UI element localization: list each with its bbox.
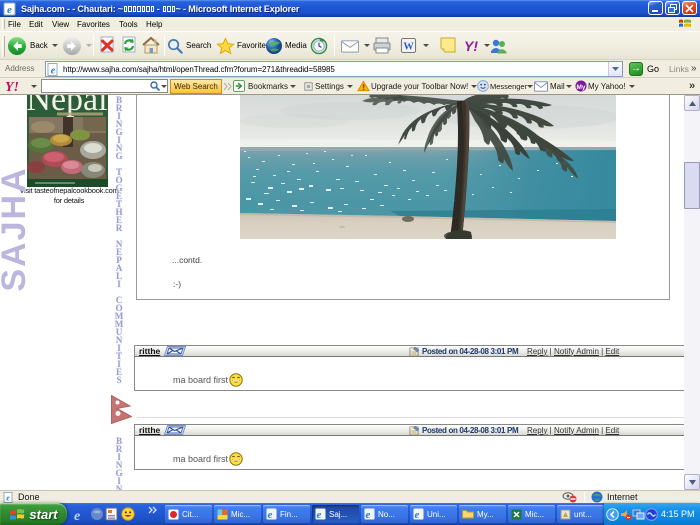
svg-text:Y!: Y! <box>464 38 478 54</box>
svg-text:W: W <box>403 41 414 52</box>
svg-text:e: e <box>7 4 12 16</box>
svg-text:e: e <box>6 493 10 502</box>
svg-text:My: My <box>577 84 586 91</box>
svg-text:e: e <box>74 509 80 522</box>
svg-text:Y!: Y! <box>5 80 19 93</box>
svg-text:e: e <box>317 509 322 520</box>
svg-text:e: e <box>51 65 56 76</box>
svg-text:e: e <box>366 509 371 520</box>
svg-text:e: e <box>268 509 273 520</box>
svg-text:e: e <box>415 509 420 520</box>
